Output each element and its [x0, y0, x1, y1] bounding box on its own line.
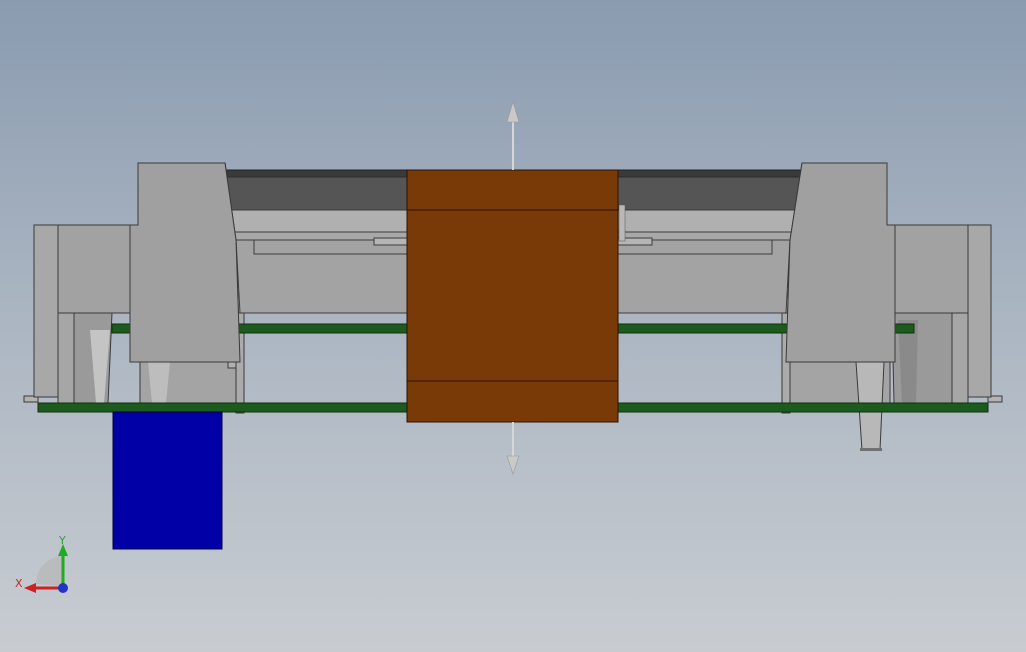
- x-axis-label: X: [15, 577, 23, 590]
- left-housing-front: [129, 162, 241, 363]
- blue-block[interactable]: [112, 411, 223, 550]
- small-peg: [618, 204, 626, 242]
- triad-plane: [35, 556, 62, 586]
- right-housing-front: [785, 162, 896, 363]
- x-arrow-icon: [24, 583, 36, 593]
- center-core[interactable]: [406, 169, 619, 423]
- cad-viewport[interactable]: Y X: [0, 0, 1026, 652]
- axis-triad: Y X: [15, 534, 68, 593]
- y-axis-label: Y: [58, 534, 66, 547]
- z-axis-dot: [58, 583, 68, 593]
